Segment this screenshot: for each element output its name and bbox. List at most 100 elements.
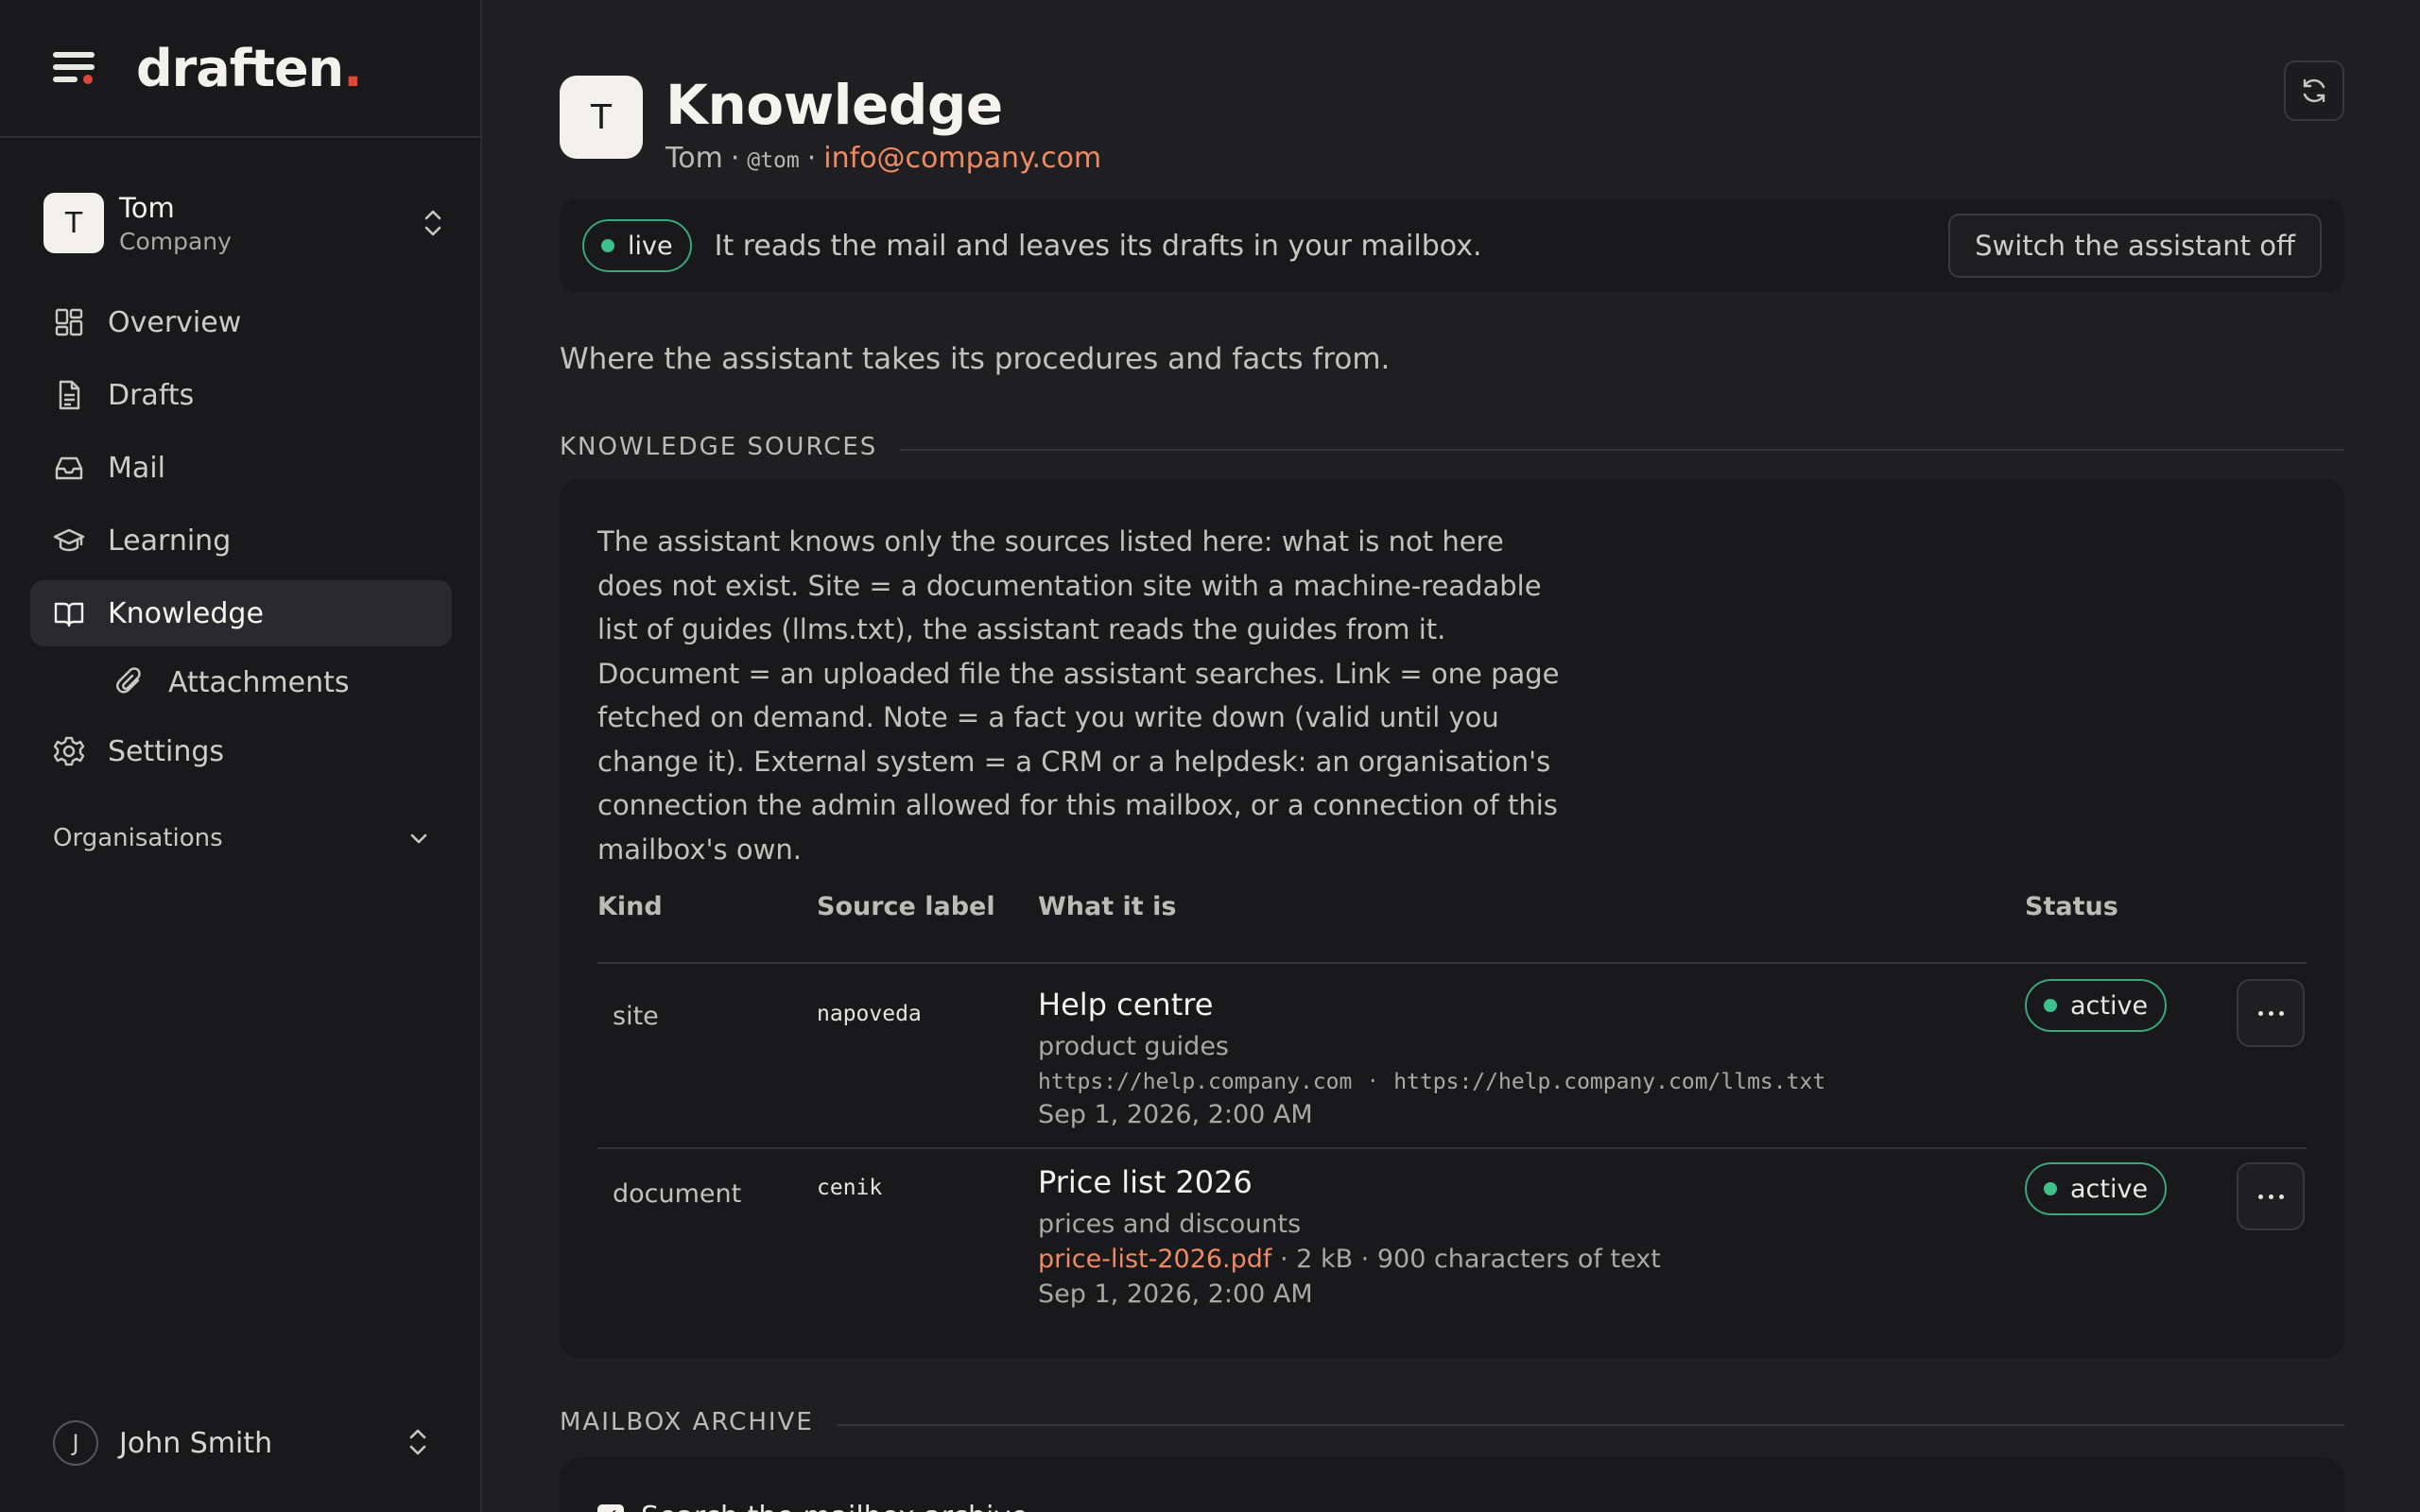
refresh-button[interactable] xyxy=(2284,60,2344,121)
source-date: Sep 1, 2026, 2:00 AM xyxy=(1038,1280,1313,1309)
paperclip-icon xyxy=(116,667,141,694)
status-dot xyxy=(2044,999,2057,1012)
sidebar-item-label: Drafts xyxy=(108,378,195,412)
table-row: site napoveda Help centre product guides… xyxy=(597,964,2307,1147)
mailbox-handle: @tom xyxy=(747,148,800,173)
status-badge-label: active xyxy=(2070,1174,2149,1204)
source-details: Price list 2026 prices and discounts pri… xyxy=(1038,1164,1661,1309)
status-badge-label: active xyxy=(2070,990,2149,1021)
sidebar-item-label: Mail xyxy=(108,451,165,485)
source-file-meta: price-list-2026.pdf · 2 kB · 900 charact… xyxy=(1038,1245,1661,1274)
checkbox-label: Search the mailbox archive xyxy=(641,1501,1028,1512)
separator: · xyxy=(806,142,817,175)
column-header-what: What it is xyxy=(1038,892,1177,921)
source-description: prices and discounts xyxy=(1038,1210,1302,1239)
source-url[interactable]: https://help.company.com xyxy=(1038,1070,1352,1094)
search-archive-checkbox[interactable]: ✓ Search the mailbox archive xyxy=(597,1501,1028,1512)
live-badge: live xyxy=(582,219,692,272)
book-icon xyxy=(54,602,84,627)
grid-icon xyxy=(55,308,83,336)
source-title: Price list 2026 xyxy=(1038,1164,1253,1200)
source-llms-url[interactable]: https://help.company.com/llms.txt xyxy=(1393,1070,1825,1094)
source-file-size: · 2 kB · 900 characters of text xyxy=(1280,1245,1661,1274)
mailbox-name: Tom xyxy=(666,142,723,175)
sidebar-item-drafts[interactable]: Drafts xyxy=(30,362,452,428)
status-badge: active xyxy=(2025,1162,2168,1215)
inbox-icon xyxy=(55,456,83,480)
checkbox-checked-icon: ✓ xyxy=(597,1503,624,1512)
sources-explanation: The assistant knows only the sources lis… xyxy=(597,525,1560,866)
mailbox-email[interactable]: info@company.com xyxy=(823,142,1101,175)
more-dots-icon xyxy=(2257,1010,2263,1016)
user-menu[interactable]: J John Smith xyxy=(53,1419,431,1467)
column-header-kind: Kind xyxy=(597,892,663,921)
live-badge-label: live xyxy=(628,231,673,261)
source-label: napoveda xyxy=(817,1002,922,1026)
status-dot xyxy=(601,239,614,252)
sidebar-item-learning[interactable]: Learning xyxy=(30,507,452,574)
source-status: active xyxy=(2025,979,2168,1032)
refresh-icon xyxy=(2303,78,2325,103)
account-name: Tom xyxy=(119,191,175,224)
row-actions-button[interactable] xyxy=(2237,1162,2305,1230)
source-kind: site xyxy=(613,1002,659,1031)
mailbox-archive-card: ✓ Search the mailbox archive xyxy=(560,1457,2344,1512)
sidebar-nav: Overview Drafts Mail Learning Knowledge … xyxy=(30,289,452,791)
logo-dot: . xyxy=(343,38,362,98)
organisations-toggle[interactable]: Organisations xyxy=(53,824,431,852)
graduation-cap-icon xyxy=(53,528,85,552)
sidebar-header: draften. xyxy=(0,0,480,138)
mailbox-subline: Tom · @tom · info@company.com xyxy=(666,142,1101,175)
user-name: John Smith xyxy=(119,1426,273,1460)
source-label: cenik xyxy=(817,1176,883,1200)
document-icon xyxy=(59,380,80,410)
separator: · xyxy=(1369,1067,1377,1094)
assistant-status-bar: live It reads the mail and leaves its dr… xyxy=(560,198,2344,293)
mailbox-avatar: T xyxy=(560,76,643,159)
chevron-down-icon xyxy=(410,833,427,844)
source-kind: document xyxy=(613,1179,742,1209)
more-dots-icon xyxy=(2257,1194,2263,1199)
sidebar-item-label: Overview xyxy=(108,305,242,339)
chevron-up-down-icon xyxy=(409,1429,426,1455)
mailbox-archive-heading: MAILBOX ARCHIVE xyxy=(560,1408,2344,1436)
sidebar-item-overview[interactable]: Overview xyxy=(30,289,452,355)
app-logo[interactable]: draften. xyxy=(136,38,363,98)
source-date: Sep 1, 2026, 2:00 AM xyxy=(1038,1100,1313,1129)
row-actions-button[interactable] xyxy=(2237,979,2305,1047)
knowledge-sources-heading: KNOWLEDGE SOURCES xyxy=(560,433,2344,461)
user-avatar: J xyxy=(53,1420,98,1466)
switch-assistant-off-button[interactable]: Switch the assistant off xyxy=(1948,214,2322,278)
sidebar-item-settings[interactable]: Settings xyxy=(30,718,452,784)
section-title: KNOWLEDGE SOURCES xyxy=(560,433,878,461)
source-description: product guides xyxy=(1038,1032,1229,1061)
menu-icon[interactable] xyxy=(53,52,96,84)
separator: · xyxy=(730,142,740,175)
organisations-label: Organisations xyxy=(53,824,223,852)
column-header-status: Status xyxy=(2025,892,2118,921)
account-avatar: T xyxy=(43,193,104,253)
sidebar-item-attachments[interactable]: Attachments xyxy=(30,653,452,712)
sidebar-item-mail[interactable]: Mail xyxy=(30,435,452,501)
sidebar: draften. T Tom Company Overview Drafts M… xyxy=(0,0,482,1512)
logo-text: draften xyxy=(136,38,344,98)
divider xyxy=(900,449,2344,451)
source-file-link[interactable]: price-list-2026.pdf xyxy=(1038,1245,1271,1274)
page-header: T Knowledge Tom · @tom · info@company.co… xyxy=(560,73,1101,175)
source-details: Help centre product guides https://help.… xyxy=(1038,987,1825,1129)
page-title: Knowledge xyxy=(666,73,1003,137)
sidebar-item-label: Knowledge xyxy=(108,596,264,630)
page-intro: Where the assistant takes its procedures… xyxy=(560,342,1391,376)
sidebar-item-label: Learning xyxy=(108,524,232,558)
account-switcher[interactable]: T Tom Company xyxy=(43,189,450,257)
source-title: Help centre xyxy=(1038,987,1214,1022)
gear-icon xyxy=(53,736,85,766)
account-org: Company xyxy=(119,227,232,255)
knowledge-sources-card: The assistant knows only the sources lis… xyxy=(560,478,2344,1359)
status-text: It reads the mail and leaves its drafts … xyxy=(714,229,1482,263)
table-row: document cenik Price list 2026 prices an… xyxy=(597,1149,2307,1331)
source-urls: https://help.company.com · https://help.… xyxy=(1038,1067,1825,1094)
sidebar-item-knowledge[interactable]: Knowledge xyxy=(30,580,452,646)
source-status: active xyxy=(2025,1162,2168,1215)
section-title: MAILBOX ARCHIVE xyxy=(560,1408,814,1436)
